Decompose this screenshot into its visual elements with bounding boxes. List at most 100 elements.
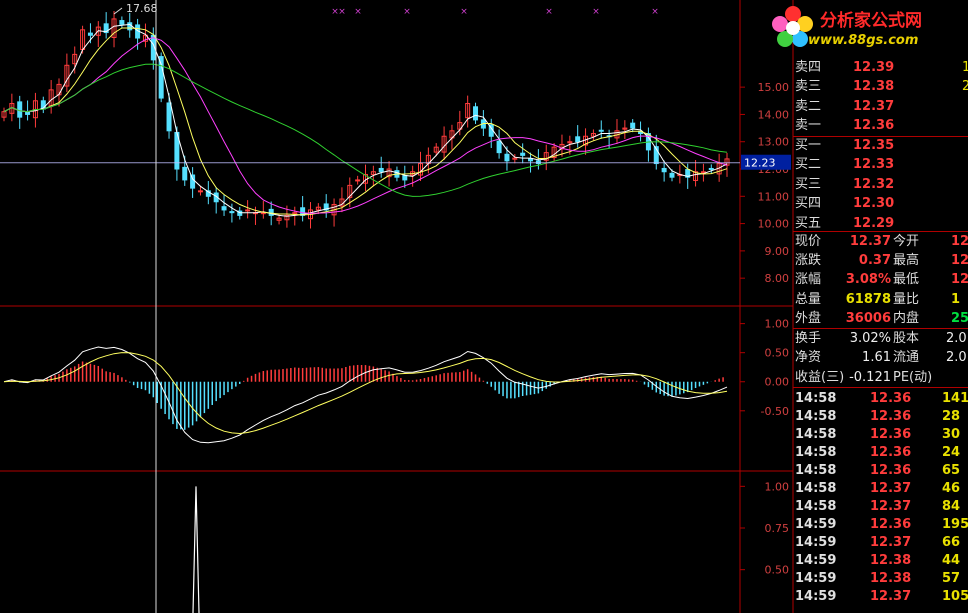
quote-value: 25 [951,310,968,326]
tick-volume: 105 [942,589,968,604]
fin-value: -0.121 [849,369,891,385]
fin-value: 3.02% [849,331,891,346]
signal-marker: × [338,7,346,17]
quote-value: 12 [951,253,968,269]
candle-body [166,102,172,132]
buy-price: 12.32 [853,176,895,192]
tick-time: 14:58 [795,463,837,478]
quote-value: 61878 [845,291,891,307]
dif-line [3,346,728,444]
y-tick-label: 9.00 [765,245,790,258]
fin-label: 流通 [893,350,920,366]
tick-time: 14:58 [795,481,837,496]
sell-label: 卖三 [795,79,822,95]
y-tick-label: -0.50 [761,405,789,418]
tick-volume: 44 [942,553,961,568]
panel-separator [793,387,968,388]
fin-label: 净资 [795,350,822,366]
y-tick-label: 8.00 [765,272,790,285]
candle-body [87,32,93,36]
site-logo: 分析家公式网 www.88gs.com [768,0,968,55]
candle-body [17,101,23,118]
y-tick-label: 0.75 [765,522,790,535]
sell-label: 卖二 [795,98,822,114]
tick-volume: 65 [942,463,961,478]
candle-body [245,209,251,212]
tick-volume: 141 [942,391,968,406]
tick-price: 12.37 [870,589,912,604]
tick-time: 14:59 [795,571,837,586]
signal-marker: × [651,7,659,17]
tick-volume: 30 [942,427,961,442]
tick-price: 12.36 [870,391,912,406]
fin-value: 1.61 [862,350,891,366]
tick-price: 12.36 [870,427,912,442]
y-tick-label: 10.00 [758,218,790,231]
candle-body [355,179,361,182]
candle-body [630,122,636,129]
candle-body [528,158,534,162]
candle-body [661,167,667,173]
sell-label: 卖四 [795,60,822,75]
quote-label: 最高 [893,253,920,269]
tick-volume: 84 [942,499,961,514]
buy-label: 买四 [795,196,822,212]
signal-marker: × [545,7,553,17]
candle-body [504,153,510,162]
candle-body [197,190,203,193]
quote-value: 3.08% [845,272,891,288]
tick-price: 12.38 [870,571,912,586]
tick-volume: 28 [942,409,961,424]
y-tick-label: 1.00 [765,480,790,493]
tick-time: 14:58 [795,445,837,460]
candle-body [268,208,274,216]
candle-body [598,129,604,132]
dea-line [3,352,728,435]
tick-price: 12.37 [870,499,912,514]
tick-price: 12.38 [870,553,912,568]
quote-label: 量比 [893,291,920,307]
y-tick-label: 15.00 [758,81,790,94]
buy-price: 12.35 [853,138,895,153]
tick-volume: 66 [942,535,961,550]
y-tick-label: 0.00 [765,376,790,389]
tick-price: 12.37 [870,535,912,550]
tick-volume: 46 [942,481,961,496]
signal-marker: × [354,7,362,17]
buy-label: 买五 [795,215,822,231]
sell-volume: 1 [962,60,968,75]
quote-label: 今开 [893,234,920,249]
quote-label: 涨跌 [795,253,822,269]
signal-marker: × [460,7,468,17]
quote-value: 0.37 [858,253,891,269]
buy-price: 12.33 [853,157,895,173]
candle-body [25,111,31,115]
candle-body [669,172,675,178]
high-label: 17.68 [126,2,157,15]
quote-label: 涨幅 [795,272,822,288]
candle-body [575,136,581,143]
candle-body [520,152,526,156]
tick-price: 12.36 [870,409,912,424]
candle-body [229,211,235,214]
tick-time: 14:58 [795,499,837,514]
quote-label: 外盘 [795,310,822,326]
sell-price: 12.36 [853,118,895,134]
candle-body [190,174,196,189]
sell-volume: 2 [962,79,968,95]
quote-value: 1 [951,291,961,307]
logo-url: www.88gs.com [808,33,919,48]
candle-body [473,106,479,121]
buy-price: 12.30 [853,196,895,212]
signal-spike [192,486,200,613]
candle-body [182,166,188,181]
quote-value: 12 [951,272,968,288]
candle-body [708,167,714,170]
tick-time: 14:59 [795,535,837,550]
y-tick-label: 1.00 [765,318,790,331]
buy-label: 买二 [795,157,822,173]
fin-label: PE(动) [893,369,933,385]
high-marker [113,7,123,15]
candle-body [496,140,502,154]
fin-label: 股本 [893,331,920,346]
